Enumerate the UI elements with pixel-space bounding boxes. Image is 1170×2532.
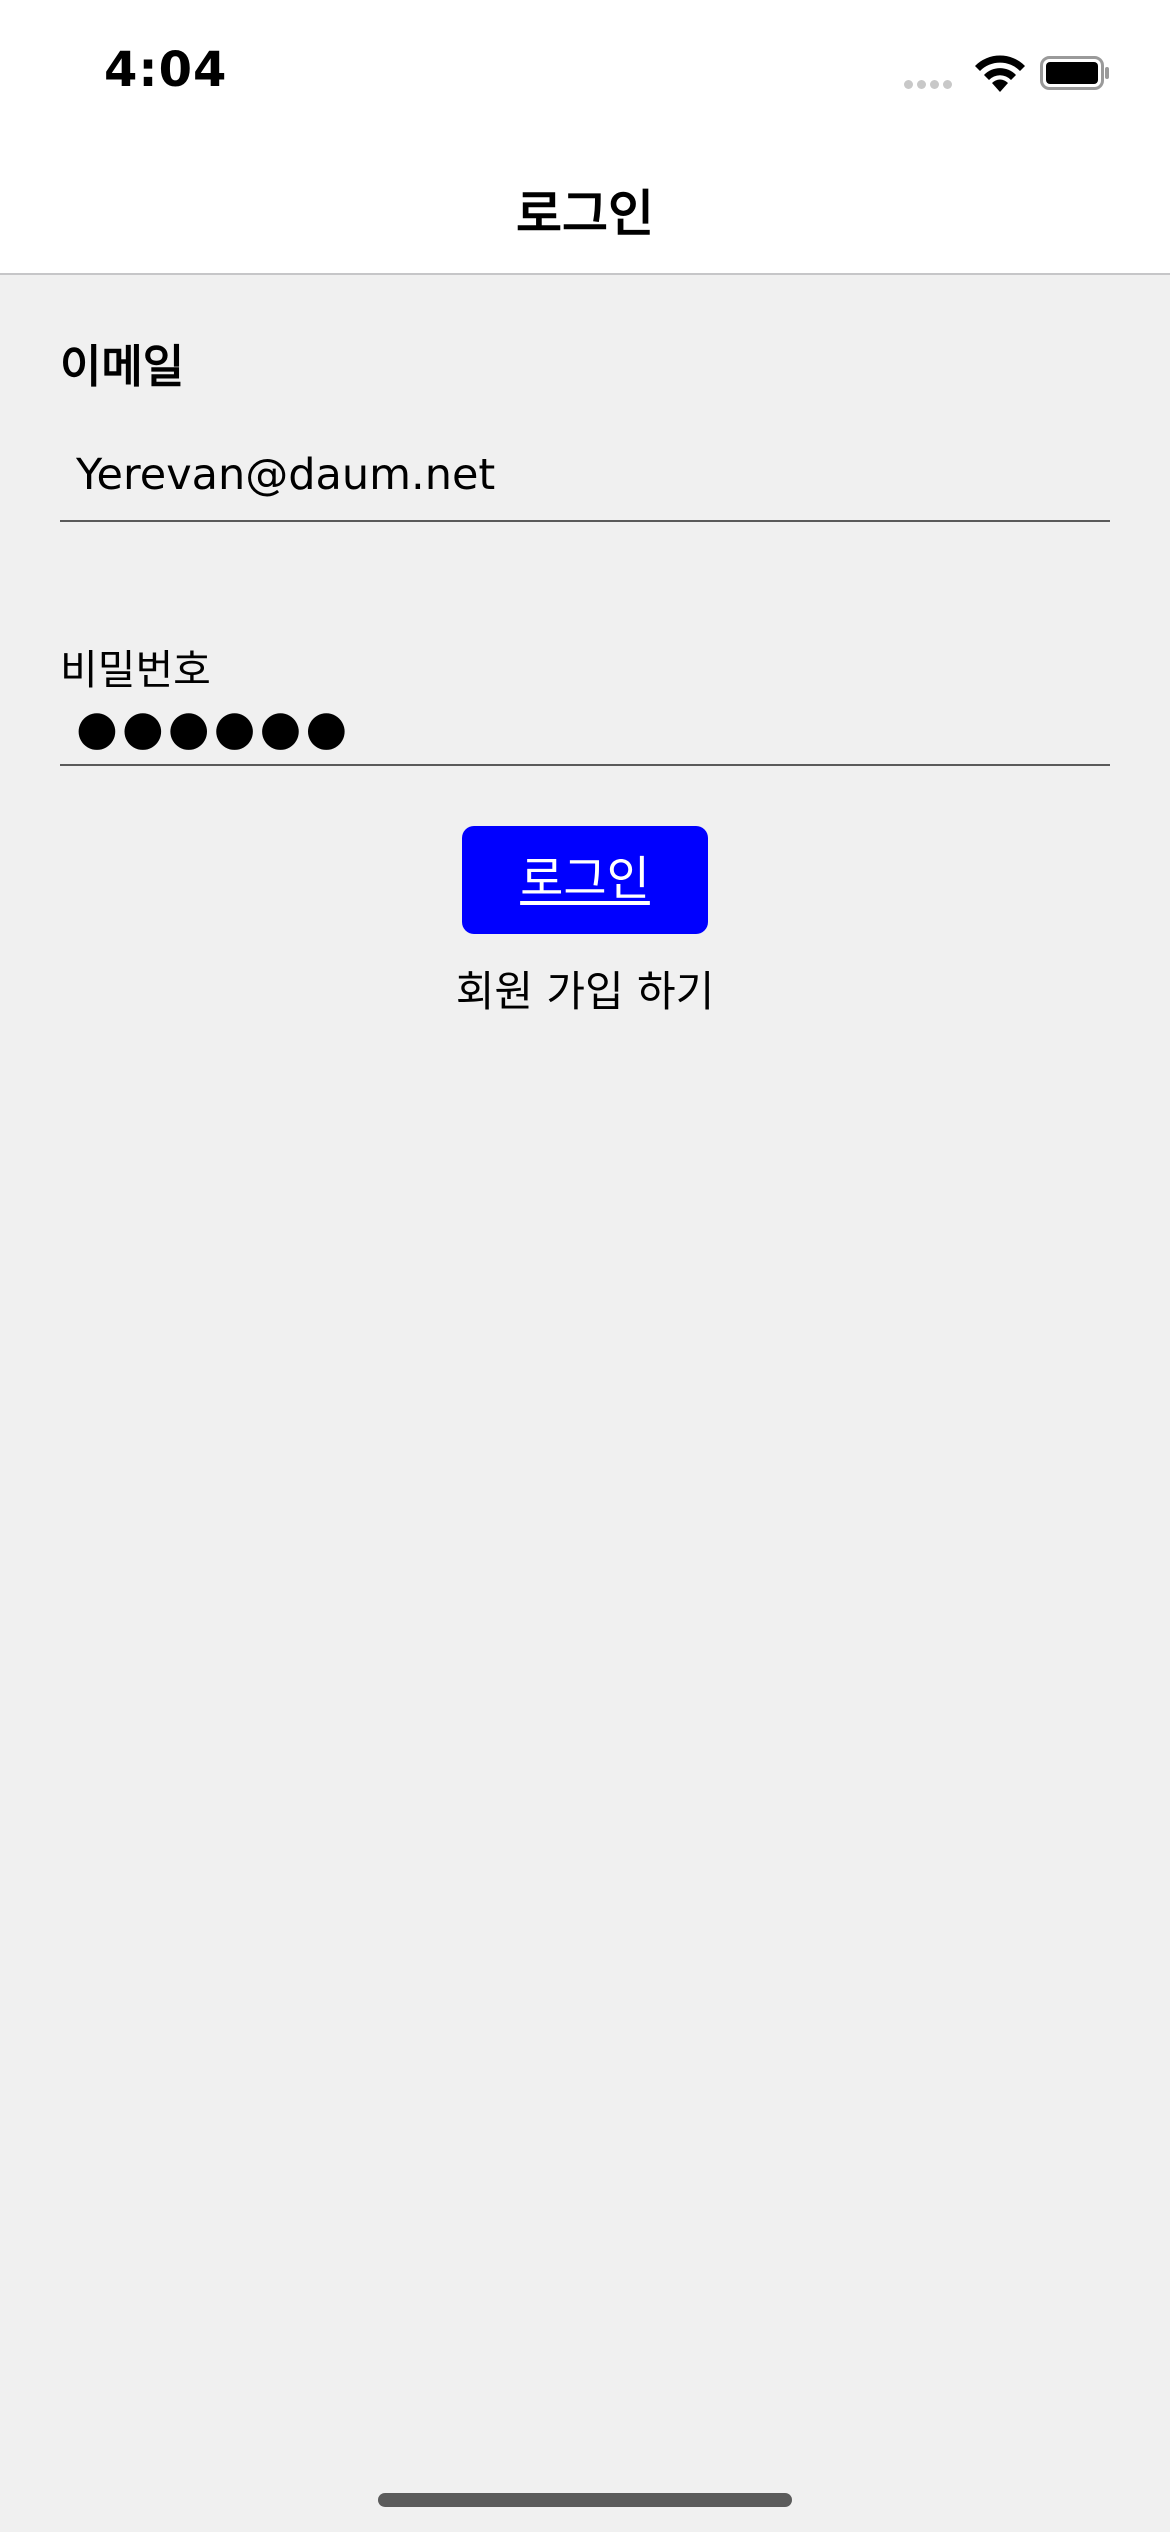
navigation-bar: 로그인 bbox=[0, 140, 1170, 275]
password-label: 비밀번호 bbox=[60, 646, 211, 694]
email-label: 이메일 bbox=[60, 340, 185, 393]
page-title: 로그인 bbox=[516, 185, 654, 243]
signal-icon bbox=[904, 80, 952, 89]
signup-link[interactable]: 회원 가입 하기 bbox=[0, 958, 1170, 1019]
status-bar: 4:04 bbox=[0, 0, 1170, 140]
battery-icon bbox=[1040, 56, 1109, 90]
wifi-icon bbox=[975, 55, 1025, 92]
status-time: 4:04 bbox=[104, 42, 228, 98]
password-value: ●●●●●● bbox=[76, 700, 352, 756]
password-field[interactable]: ●●●●●● bbox=[60, 694, 1110, 766]
email-value: Yerevan@daum.net bbox=[76, 450, 496, 500]
email-field[interactable]: Yerevan@daum.net bbox=[60, 430, 1110, 522]
home-indicator[interactable] bbox=[378, 2493, 792, 2507]
login-button[interactable]: 로그인 bbox=[462, 826, 708, 934]
